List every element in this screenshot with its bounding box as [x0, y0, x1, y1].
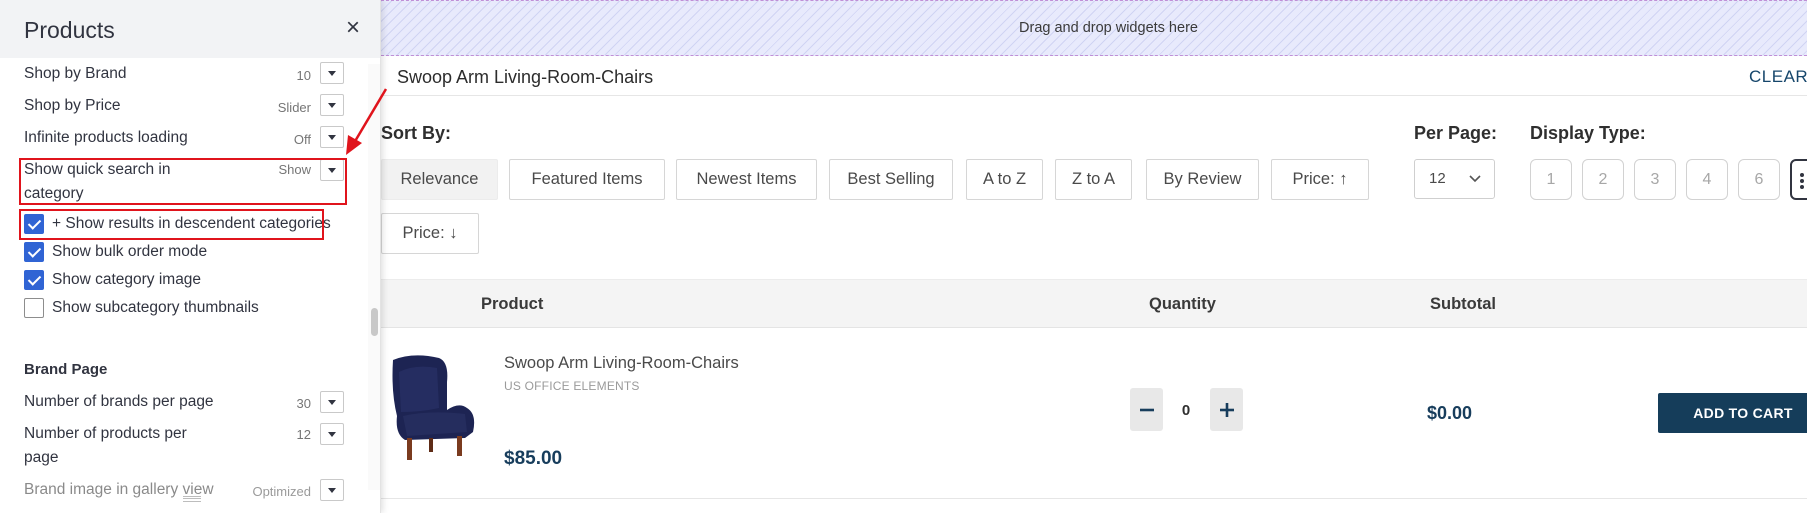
sort-a-to-z-button[interactable]: A to Z [966, 159, 1043, 200]
sort-by-label: Sort By: [381, 123, 452, 143]
products-panel: Products × Shop by Brand 10 Shop by Pric… [0, 0, 381, 513]
plus-icon [1219, 402, 1234, 417]
product-brand: US OFFICE ELEMENTS [504, 379, 640, 393]
sort-price-asc-button[interactable]: Price: ↑ [1271, 159, 1369, 200]
brand-image-gallery-dropdown[interactable] [320, 479, 344, 501]
title-bar: Swoop Arm Living-Room-Chairs CLEAR ALL [381, 58, 1807, 96]
checkbox-bulk-order[interactable] [24, 242, 44, 262]
panel-header: Products × [0, 0, 380, 58]
setting-value-quick-search: Show [278, 162, 311, 177]
checkbox-label-category-image: Show category image [52, 271, 202, 288]
minus-icon [1139, 408, 1154, 411]
sort-featured-button[interactable]: Featured Items [509, 159, 665, 200]
checkbox-category-image[interactable] [24, 270, 44, 290]
setting-label-quick-search-line1: Show quick search in [24, 161, 171, 178]
column-header-subtotal: Subtotal [1430, 295, 1496, 313]
sort-by-review-button[interactable]: By Review [1146, 159, 1259, 200]
table-header: Product Quantity Subtotal [381, 279, 1807, 328]
display-type-list-icon[interactable] [1790, 159, 1807, 200]
armchair-image[interactable] [385, 352, 481, 462]
panel-resize-grip-icon[interactable] [183, 496, 201, 502]
panel-scrollbar-thumb[interactable] [371, 308, 378, 336]
setting-value-products-per-page: 12 [296, 427, 311, 442]
checkbox-label-descendent-categories: + Show results in descendent categories [52, 215, 331, 232]
display-type-label: Display Type: [1530, 123, 1646, 143]
checkbox-subcategory-thumbnails[interactable] [24, 298, 44, 318]
sort-price-desc-button[interactable]: Price: ↓ [381, 213, 479, 254]
sort-z-to-a-button[interactable]: Z to A [1055, 159, 1132, 200]
table-row: Swoop Arm Living-Room-Chairs US OFFICE E… [381, 328, 1807, 499]
quick-search-dropdown[interactable] [320, 159, 344, 181]
close-icon[interactable]: × [342, 16, 364, 40]
sort-best-selling-button[interactable]: Best Selling [829, 159, 953, 200]
sort-relevance-button[interactable]: Relevance [381, 159, 498, 200]
setting-value-brands-per-page: 30 [296, 396, 311, 411]
setting-label-shop-by-brand: Shop by Brand [24, 65, 127, 82]
setting-label-infinite-loading: Infinite products loading [24, 129, 188, 146]
column-header-product: Product [481, 295, 544, 313]
setting-label-brands-per-page: Number of brands per page [24, 393, 214, 410]
display-type-1-button[interactable]: 1 [1530, 159, 1572, 200]
subtotal-value: $0.00 [1427, 403, 1473, 423]
brands-per-page-dropdown[interactable] [320, 391, 344, 413]
brand-page-heading: Brand Page [24, 361, 108, 378]
dropzone-text: Drag and drop widgets here [1019, 20, 1198, 36]
clear-all-link[interactable]: CLEAR ALL [1749, 67, 1807, 87]
checkbox-label-subcategory-thumbnails: Show subcategory thumbnails [52, 299, 259, 316]
product-price: $85.00 [504, 448, 563, 469]
add-to-cart-button[interactable]: ADD TO CART [1658, 393, 1807, 433]
quantity-increase-button[interactable] [1210, 388, 1243, 431]
checkbox-label-bulk-order: Show bulk order mode [52, 243, 208, 260]
column-header-quantity: Quantity [1149, 295, 1216, 313]
per-page-value: 12 [1429, 170, 1446, 187]
widget-dropzone[interactable]: Drag and drop widgets here [381, 0, 1807, 56]
setting-value-infinite-loading: Off [293, 132, 311, 147]
sort-newest-button[interactable]: Newest Items [676, 159, 817, 200]
annotation-arrow-icon [346, 88, 388, 155]
setting-value-brand-image-gallery: Optimized [252, 484, 311, 499]
display-type-3-button[interactable]: 3 [1634, 159, 1676, 200]
display-type-2-button[interactable]: 2 [1582, 159, 1624, 200]
chevron-down-icon [1469, 175, 1481, 183]
product-name[interactable]: Swoop Arm Living-Room-Chairs [504, 354, 739, 373]
quantity-value[interactable]: 0 [1174, 402, 1198, 419]
panel-title: Products [24, 17, 115, 43]
quantity-decrease-button[interactable] [1130, 388, 1163, 431]
setting-label-shop-by-price: Shop by Price [24, 97, 121, 114]
setting-label-quick-search-line2: category [24, 185, 84, 202]
setting-value-shop-by-brand: 10 [296, 68, 311, 83]
setting-value-shop-by-price: Slider [277, 100, 311, 115]
page-title: Swoop Arm Living-Room-Chairs [397, 67, 654, 87]
per-page-select[interactable]: 12 [1414, 159, 1495, 199]
display-type-6-button[interactable]: 6 [1738, 159, 1780, 200]
setting-label-products-per-page-line1: Number of products per [24, 425, 187, 442]
setting-label-products-per-page-line2: page [24, 449, 59, 466]
display-type-4-button[interactable]: 4 [1686, 159, 1728, 200]
per-page-label: Per Page: [1414, 123, 1498, 143]
checkbox-descendent-categories[interactable] [24, 214, 44, 234]
shop-by-brand-dropdown[interactable] [320, 62, 344, 84]
products-per-page-dropdown[interactable] [320, 423, 344, 445]
